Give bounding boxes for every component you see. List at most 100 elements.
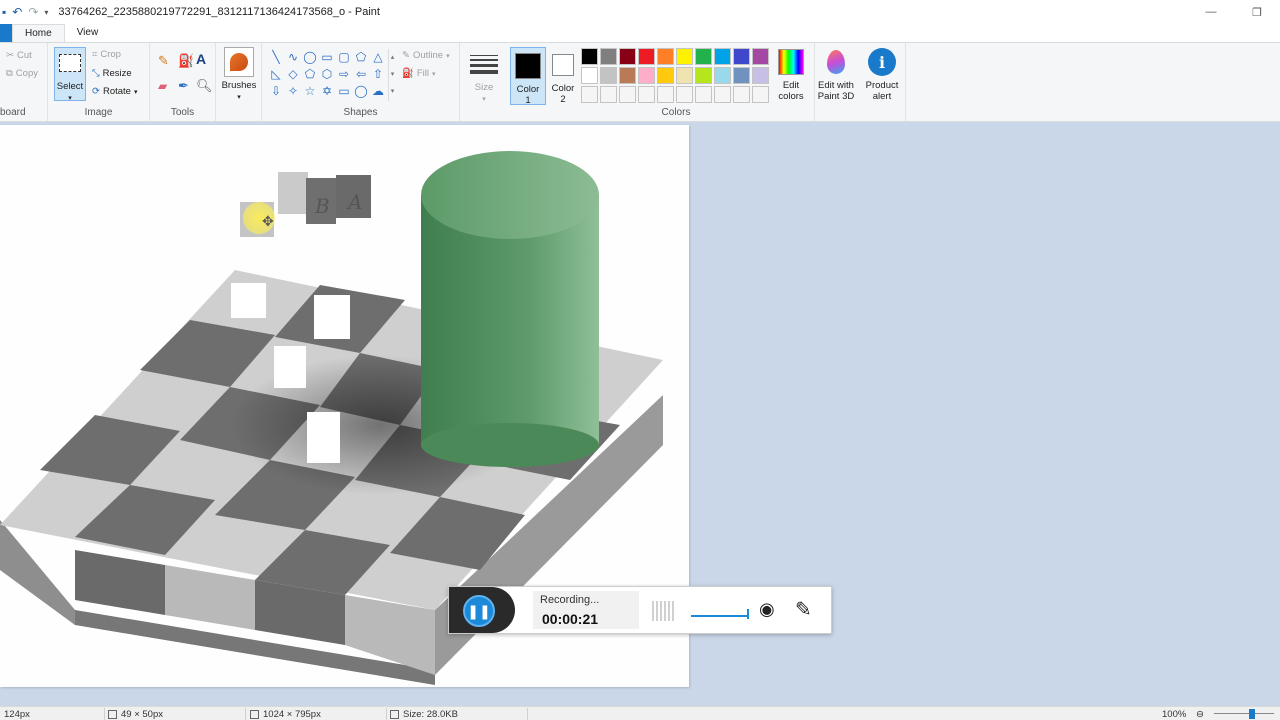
color1-button[interactable]: Color 1 bbox=[510, 47, 546, 106]
rotate-button[interactable]: ⟳ Rotate ▾ bbox=[92, 86, 137, 97]
outline-icon: ✎ bbox=[402, 50, 410, 61]
callout-oval-shape-icon[interactable]: ◯ bbox=[353, 83, 369, 100]
tab-view[interactable]: View bbox=[65, 24, 111, 42]
color-swatch[interactable] bbox=[657, 86, 674, 103]
pencil-icon[interactable]: ✎ bbox=[158, 53, 169, 69]
crop-button[interactable]: ⌗ Crop bbox=[92, 49, 121, 60]
four-point-star-shape-icon[interactable]: ✧ bbox=[285, 83, 301, 100]
outline-button[interactable]: ✎ Outline ▾ bbox=[402, 50, 450, 61]
size-button[interactable]: Size ▾ bbox=[468, 49, 500, 105]
quick-access-toolbar: ▪ ↶ ↷ ▾ bbox=[0, 5, 48, 19]
crop-icon: ⌗ bbox=[92, 49, 98, 60]
color-swatch[interactable] bbox=[733, 48, 750, 65]
five-point-star-shape-icon[interactable]: ☆ bbox=[302, 83, 318, 100]
color2-swatch bbox=[552, 54, 574, 76]
save-icon[interactable]: ▪ bbox=[2, 5, 6, 19]
clipboard-group: ✂ Cut ⧉ Copy board bbox=[0, 43, 48, 121]
polygon-shape-icon[interactable]: ⬠ bbox=[353, 49, 369, 66]
color-swatch[interactable] bbox=[714, 67, 731, 84]
color-swatch[interactable] bbox=[657, 67, 674, 84]
color-swatch[interactable] bbox=[619, 48, 636, 65]
undo-icon[interactable]: ↶ bbox=[12, 5, 22, 19]
color-swatch[interactable] bbox=[657, 48, 674, 65]
zoom-slider[interactable] bbox=[1214, 713, 1274, 714]
right-arrow-shape-icon[interactable]: ⇨ bbox=[336, 66, 352, 83]
triangle-shape-icon[interactable]: △ bbox=[370, 49, 386, 66]
color-swatch[interactable] bbox=[714, 86, 731, 103]
color-swatch[interactable] bbox=[638, 67, 655, 84]
color-swatch[interactable] bbox=[695, 86, 712, 103]
selection-rectangle-icon bbox=[55, 48, 85, 78]
maximize-icon[interactable]: ❐ bbox=[1234, 0, 1280, 24]
color-swatch[interactable] bbox=[752, 48, 769, 65]
pentagon-shape-icon[interactable]: ⬠ bbox=[302, 66, 318, 83]
color2-button[interactable]: Color 2 bbox=[548, 47, 578, 105]
edit-with-paint3d-button[interactable]: Edit with Paint 3D bbox=[816, 47, 856, 102]
zoom-out-button[interactable]: ⊖ bbox=[1196, 709, 1204, 720]
callout-rect-shape-icon[interactable]: ▭ bbox=[336, 83, 352, 100]
oval-shape-icon[interactable]: ◯ bbox=[302, 49, 318, 66]
audio-level-icon bbox=[652, 601, 674, 621]
cut-button[interactable]: ✂ Cut bbox=[6, 50, 32, 61]
tab-home[interactable]: Home bbox=[12, 24, 65, 42]
color-swatch[interactable] bbox=[733, 86, 750, 103]
up-arrow-shape-icon[interactable]: ⇧ bbox=[370, 66, 386, 83]
shapes-scroll[interactable]: ▴ ▾ ▾ bbox=[388, 49, 396, 101]
color-swatch[interactable] bbox=[619, 67, 636, 84]
magnifier-icon[interactable]: 🔍︎ bbox=[196, 78, 213, 94]
file-tab[interactable] bbox=[0, 24, 12, 42]
color-swatch[interactable] bbox=[752, 67, 769, 84]
color-swatch[interactable] bbox=[695, 67, 712, 84]
color-swatch[interactable] bbox=[638, 48, 655, 65]
patch-letter-a: A bbox=[346, 190, 362, 214]
text-tool-icon[interactable]: A bbox=[196, 51, 206, 67]
redo-icon[interactable]: ↷ bbox=[28, 5, 38, 19]
pause-recording-button[interactable]: ❚❚ bbox=[463, 595, 495, 627]
diamond-shape-icon[interactable]: ◇ bbox=[285, 66, 301, 83]
cloud-shape-icon[interactable]: ☁ bbox=[370, 83, 386, 100]
color-swatch[interactable] bbox=[752, 86, 769, 103]
select-button[interactable]: Select ▾ bbox=[54, 47, 86, 102]
color-swatch[interactable] bbox=[676, 86, 693, 103]
color-swatch[interactable] bbox=[600, 67, 617, 84]
line-shape-icon[interactable]: ╲ bbox=[268, 49, 284, 66]
minimize-icon[interactable]: — bbox=[1188, 0, 1234, 24]
rounded-rectangle-shape-icon[interactable]: ▢ bbox=[336, 49, 352, 66]
fill-button[interactable]: ⛽ Fill ▾ bbox=[402, 68, 436, 79]
resize-button[interactable]: ⤡ Resize bbox=[92, 68, 132, 79]
webcam-icon[interactable]: ◉ bbox=[759, 599, 775, 620]
product-alert-button[interactable]: i Product alert bbox=[862, 47, 902, 102]
color-swatch[interactable] bbox=[600, 86, 617, 103]
left-arrow-shape-icon[interactable]: ⇦ bbox=[353, 66, 369, 83]
right-triangle-shape-icon[interactable]: ◺ bbox=[268, 66, 284, 83]
edit-colors-button[interactable]: Edit colors bbox=[774, 47, 808, 102]
screen-recorder-widget: ❚❚ Recording... 00:00:21 ◉ ✎ bbox=[448, 586, 832, 634]
color-swatch[interactable] bbox=[619, 86, 636, 103]
down-arrow-shape-icon[interactable]: ⇩ bbox=[268, 83, 284, 100]
color-swatch[interactable] bbox=[676, 67, 693, 84]
color-swatch[interactable] bbox=[581, 48, 598, 65]
fill-bucket-icon[interactable]: ⛽ bbox=[178, 53, 194, 69]
volume-slider[interactable] bbox=[691, 615, 749, 617]
copy-button[interactable]: ⧉ Copy bbox=[6, 68, 38, 79]
color-swatch[interactable] bbox=[581, 67, 598, 84]
ribbon-tabs: Home View bbox=[0, 24, 1280, 42]
brushes-button[interactable]: Brushes ▾ bbox=[220, 47, 258, 103]
color-palette bbox=[581, 48, 769, 103]
six-point-star-shape-icon[interactable]: ✡ bbox=[319, 83, 335, 100]
zoom-slider-thumb[interactable] bbox=[1249, 709, 1255, 719]
color-swatch[interactable] bbox=[695, 48, 712, 65]
hexagon-shape-icon[interactable]: ⬡ bbox=[319, 66, 335, 83]
eraser-icon[interactable]: ▰ bbox=[158, 79, 167, 93]
customize-toolbar-icon[interactable]: ▾ bbox=[44, 8, 48, 17]
rectangle-shape-icon[interactable]: ▭ bbox=[319, 49, 335, 66]
color-swatch[interactable] bbox=[600, 48, 617, 65]
curve-shape-icon[interactable]: ∿ bbox=[285, 49, 301, 66]
color-picker-icon[interactable]: ✒ bbox=[178, 78, 189, 94]
pen-annotate-icon[interactable]: ✎ bbox=[795, 597, 812, 622]
color-swatch[interactable] bbox=[676, 48, 693, 65]
color-swatch[interactable] bbox=[638, 86, 655, 103]
color-swatch[interactable] bbox=[733, 67, 750, 84]
color-swatch[interactable] bbox=[581, 86, 598, 103]
color-swatch[interactable] bbox=[714, 48, 731, 65]
